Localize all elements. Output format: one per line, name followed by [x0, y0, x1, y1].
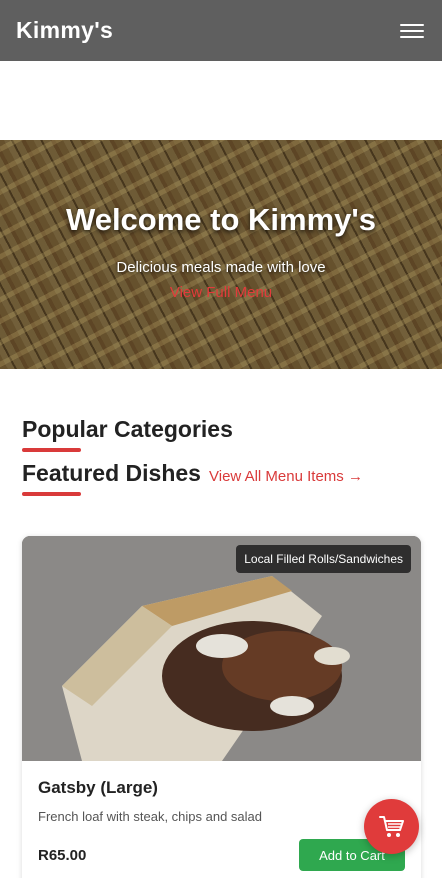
shopping-cart-icon: [378, 815, 404, 837]
cart-button[interactable]: [364, 799, 419, 854]
heading-underline: [22, 492, 81, 496]
dish-image: Local Filled Rolls/Sandwiches: [22, 536, 421, 761]
hero-title: Welcome to Kimmy's: [66, 202, 376, 237]
view-all-menu-items-link[interactable]: View All Menu Items →: [209, 468, 363, 485]
brand-logo[interactable]: Kimmy's: [16, 17, 113, 44]
dish-card[interactable]: Local Filled Rolls/Sandwiches Gatsby (La…: [22, 536, 421, 878]
hamburger-menu-icon[interactable]: [398, 21, 426, 41]
heading-underline: [22, 448, 81, 452]
hero-banner: Welcome to Kimmy's Delicious meals made …: [0, 140, 442, 369]
dish-price: R65.00: [38, 847, 87, 864]
navbar: Kimmy's: [0, 0, 442, 61]
featured-dishes-heading: Featured Dishes: [22, 460, 201, 486]
dish-description: French loaf with steak, chips and salad: [38, 809, 263, 824]
view-full-menu-link[interactable]: View Full Menu: [0, 284, 442, 301]
category-badge: Local Filled Rolls/Sandwiches: [236, 545, 411, 573]
dish-name: Gatsby (Large): [38, 778, 158, 797]
popular-categories-heading: Popular Categories: [22, 416, 233, 442]
hero-subtitle: Delicious meals made with love: [116, 259, 326, 276]
